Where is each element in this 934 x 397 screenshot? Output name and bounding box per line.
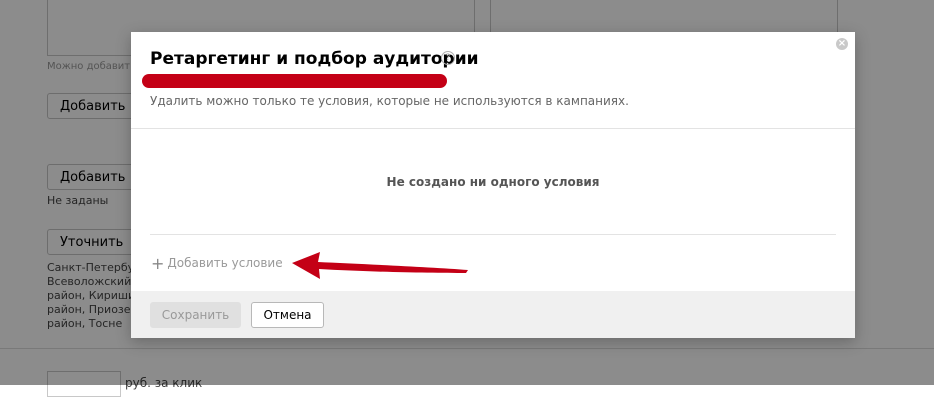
modal-title: Ретаргетинг и подбор аудитории [150, 49, 479, 69]
empty-state-text: Не создано ни одного условия [386, 175, 600, 189]
annotation-underline [142, 74, 447, 88]
modal-divider-top [131, 128, 855, 129]
modal-footer: Сохранить Отмена [131, 291, 855, 338]
save-button[interactable]: Сохранить [150, 302, 241, 328]
modal-subtitle: Удалить можно только те условия, которые… [150, 94, 629, 108]
help-icon[interactable]: ? [441, 51, 455, 65]
close-icon[interactable]: × [836, 38, 848, 50]
plus-icon: + [151, 254, 165, 273]
add-condition-label: Добавить условие [167, 256, 283, 270]
modal-divider-bottom [150, 234, 836, 235]
retargeting-modal: Ретаргетинг и подбор аудитории ? × Удали… [131, 32, 855, 338]
cancel-button[interactable]: Отмена [251, 302, 324, 328]
add-condition-button[interactable]: + Добавить условие [151, 254, 283, 273]
